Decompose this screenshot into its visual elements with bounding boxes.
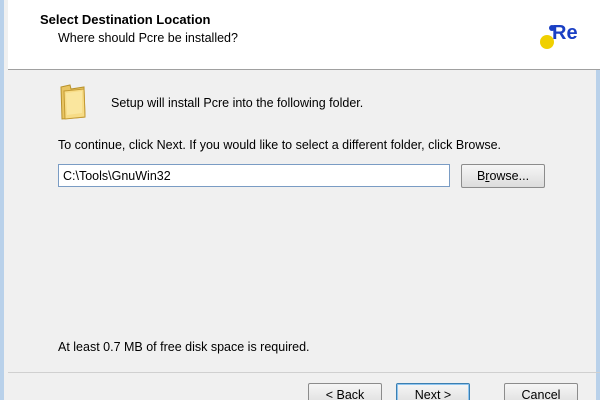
- folder-icon: [60, 84, 86, 120]
- wizard-content: Setup will install Pcre into the followi…: [8, 71, 600, 371]
- destination-path-input[interactable]: [58, 164, 450, 187]
- browse-label-suffix: owse...: [489, 169, 530, 183]
- cancel-button[interactable]: Cancel: [504, 383, 578, 400]
- page-subtitle: Where should Pcre be installed?: [58, 31, 238, 45]
- logo-text: Re: [552, 22, 578, 44]
- page-title: Select Destination Location: [40, 12, 211, 27]
- instruction-text: To continue, click Next. If you would li…: [58, 138, 502, 152]
- installer-window: Select Destination Location Where should…: [0, 0, 600, 400]
- next-button[interactable]: Next >: [396, 383, 470, 400]
- disk-space-text: At least 0.7 MB of free disk space is re…: [58, 340, 310, 354]
- back-button[interactable]: < Back: [308, 383, 382, 400]
- pcre-logo-icon: Re: [540, 22, 578, 49]
- install-intro-text: Setup will install Pcre into the followi…: [111, 96, 364, 110]
- browse-button[interactable]: Browse...: [461, 164, 545, 188]
- wizard-footer: < Back Next > Cancel: [8, 372, 600, 400]
- wizard-header: Select Destination Location Where should…: [8, 0, 600, 70]
